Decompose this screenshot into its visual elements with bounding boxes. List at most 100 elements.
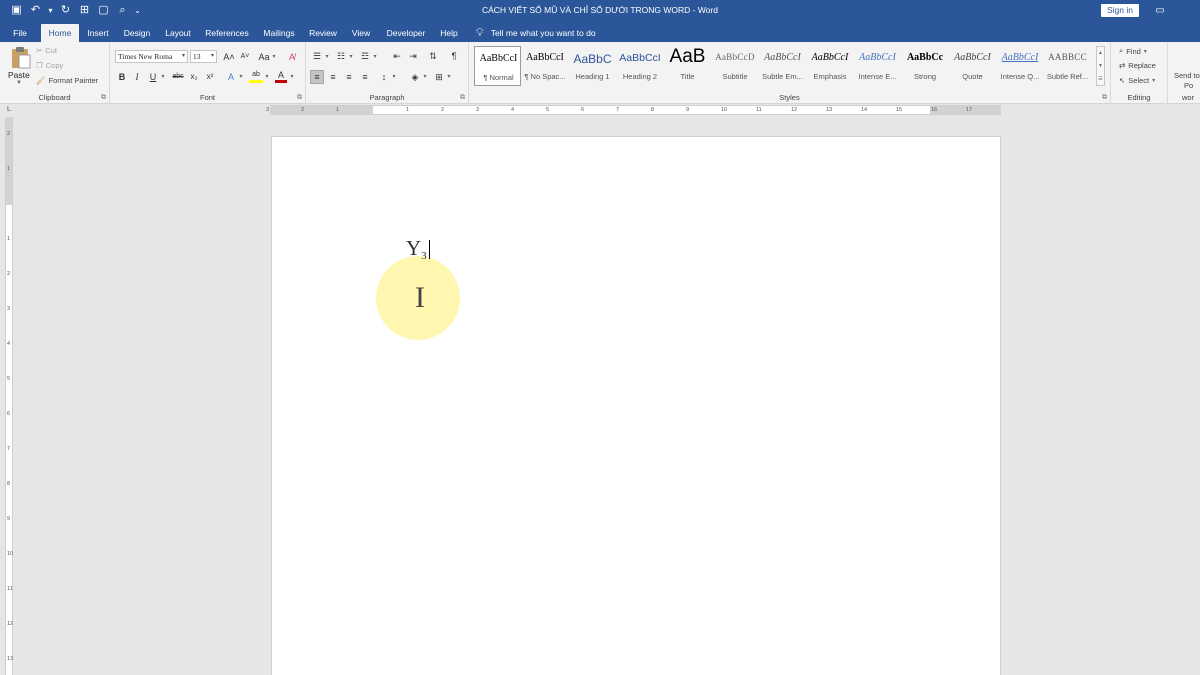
clear-formatting-icon[interactable]: A̸ [285,51,299,63]
style-item[interactable]: AaBbCcI Emphasis [807,46,854,86]
ruler-number: 1 [7,236,11,242]
gallery-up-icon[interactable]: ▲ [1097,47,1104,60]
shading-icon[interactable]: ◈ [409,71,421,83]
strikethrough-button[interactable]: abc [171,71,185,83]
format-painter-button[interactable]: 🖌︎ Format Painter [36,76,98,85]
style-item[interactable]: AaBbCcI ¶ Normal [474,46,521,86]
cursor-icon: ↖ [1119,76,1126,85]
style-item[interactable]: AaBbCcI Intense Q... [997,46,1044,86]
chevron-down-icon[interactable]: ▾ [271,51,277,63]
ruler-number: 6 [7,411,11,417]
style-item[interactable]: AaBbCcI ¶ No Spac... [522,46,569,86]
superscript-button[interactable]: x² [204,71,216,83]
paste-icon[interactable] [10,46,32,70]
styles-launcher-icon[interactable]: ⧉ [1102,94,1107,102]
align-left-icon[interactable]: ≡ [310,70,324,84]
paste-button[interactable]: Paste [8,70,30,80]
sign-in-button[interactable]: Sign in [1101,4,1139,17]
multilevel-list-icon[interactable]: ☲ [359,50,371,62]
shrink-font-icon[interactable]: A˅ [238,51,252,63]
numbering-icon[interactable]: ☷ [335,50,347,62]
ribbon-display-options-icon[interactable]: ▭ [1152,3,1168,18]
chevron-down-icon[interactable]: ▾ [289,71,295,83]
chevron-down-icon[interactable]: ▾ [264,71,270,83]
bullets-icon[interactable]: ☰ [311,50,323,62]
style-item[interactable]: AaB Title [664,46,711,86]
tab-view[interactable]: View [347,25,375,42]
show-marks-icon[interactable]: ¶ [448,50,460,62]
tell-me-box[interactable]: 💡︎ Tell me what you want to do [476,25,596,42]
document-text[interactable]: Y3 [406,236,427,262]
tab-home[interactable]: Home [41,24,79,42]
cut-button[interactable]: ✂ Cut [36,46,57,55]
tab-developer[interactable]: Developer [383,25,429,42]
tab-help[interactable]: Help [436,25,462,42]
chevron-down-icon[interactable]: ▾ [372,51,378,63]
line-spacing-icon[interactable]: ↕ [378,71,390,83]
text-caret [429,240,430,259]
style-item[interactable]: AaBbCcD Subtitle [712,46,759,86]
tab-mailings[interactable]: Mailings [258,25,300,42]
chevron-down-icon[interactable]: ▾ [324,51,330,63]
sort-icon[interactable]: ⇅ [427,50,439,62]
tab-references[interactable]: References [203,25,251,42]
style-item[interactable]: AaBbCcI Quote [949,46,996,86]
ruler-number: 2 [301,107,305,113]
paste-dropdown-icon[interactable]: ▼ [16,80,22,86]
ruler-number: 7 [7,446,11,452]
tab-selector[interactable]: L [5,105,13,114]
tab-review[interactable]: Review [307,25,339,42]
styles-group-label: Styles [779,93,800,102]
chevron-down-icon[interactable]: ▾ [238,71,244,83]
justify-icon[interactable]: ≡ [359,71,371,83]
font-launcher-icon[interactable]: ⧉ [297,94,302,102]
font-color-icon[interactable]: A [275,70,287,83]
highlight-color-icon[interactable]: ab [249,70,263,83]
tab-file[interactable]: File [6,25,34,42]
chevron-down-icon[interactable]: ▾ [348,51,354,63]
chevron-down-icon[interactable]: ▾ [391,71,397,83]
copy-button[interactable]: ❐ Copy [36,61,63,70]
italic-button[interactable]: I [131,71,143,83]
paragraph-launcher-icon[interactable]: ⧉ [460,94,465,102]
find-button[interactable]: ⌕ Find ▾ [1119,46,1147,56]
underline-button[interactable]: U [147,71,159,83]
style-item[interactable]: AaBbC Heading 1 [569,46,616,86]
chevron-down-icon: ▾ [181,53,185,59]
chevron-down-icon[interactable]: ▾ [446,71,452,83]
clipboard-launcher-icon[interactable]: ⧉ [101,94,106,102]
font-size-box[interactable]: 13 ▾ [190,50,217,63]
tab-insert[interactable]: Insert [83,25,113,42]
vertical-ruler[interactable]: 2 1 1 2 3 4 5 6 7 8 9 10 11 12 13 [5,117,13,675]
gallery-more-icon[interactable]: ☰ [1097,73,1104,86]
send-button[interactable]: Send to [1174,71,1200,80]
bold-button[interactable]: B [116,71,128,83]
increase-indent-icon[interactable]: ⇥ [407,50,419,62]
style-item[interactable]: AaBbCc Strong [902,46,949,86]
align-center-icon[interactable]: ≡ [327,71,339,83]
document-page[interactable] [271,136,1001,675]
subscript-button[interactable]: x₂ [188,71,200,83]
style-sample: AaBbC [573,52,612,66]
replace-button[interactable]: ⇄ Replace [1119,61,1156,70]
style-item[interactable]: AaBbCcI Heading 2 [617,46,664,86]
style-item[interactable]: AABBCC Subtle Ref... [1044,46,1091,86]
tab-layout[interactable]: Layout [161,25,195,42]
decrease-indent-icon[interactable]: ⇤ [391,50,403,62]
clipboard-group: Paste ▼ ✂ Cut ❐ Copy 🖌︎ Format Painter Clip… [0,42,110,104]
select-button[interactable]: ↖ Select ▾ [1119,76,1155,85]
gallery-scroll[interactable]: ▲ ▼ ☰ [1096,46,1105,86]
grow-font-icon[interactable]: A˄ [222,51,236,63]
text-effects-icon[interactable]: A [225,71,237,83]
chevron-down-icon[interactable]: ▾ [160,71,166,83]
gallery-down-icon[interactable]: ▼ [1097,60,1104,73]
horizontal-ruler[interactable]: 3 2 1 1 2 3 4 5 6 7 8 9 10 11 12 13 14 15 16 17 [266,105,1001,115]
borders-icon[interactable]: ⊞ [433,71,445,83]
change-case-icon[interactable]: Aa [256,51,272,63]
font-name-box[interactable]: Times New Roma ▾ [115,50,188,63]
style-item[interactable]: AaBbCcI Subtle Em... [759,46,806,86]
chevron-down-icon[interactable]: ▾ [422,71,428,83]
align-right-icon[interactable]: ≡ [343,71,355,83]
tab-design[interactable]: Design [120,25,154,42]
style-item[interactable]: AaBbCcI Intense E... [854,46,901,86]
